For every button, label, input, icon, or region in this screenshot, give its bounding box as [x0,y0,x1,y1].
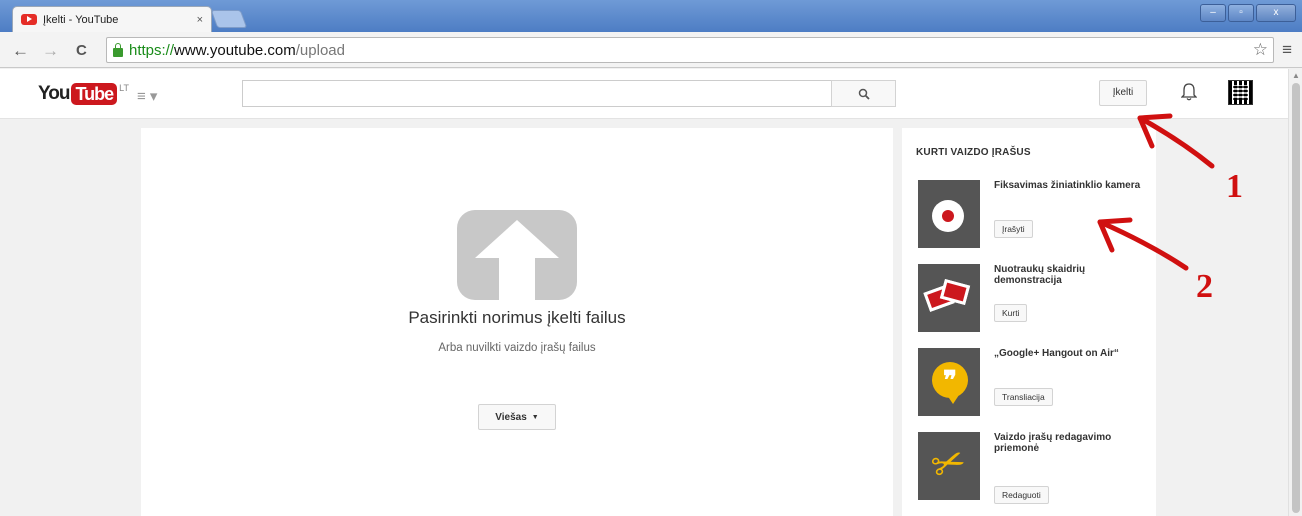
annotation-marker-1: 1 [1226,168,1243,205]
annotation-marker-2: 2 [1196,268,1213,305]
annotation-arrow-2 [1097,219,1189,271]
annotation-arrows [1097,113,1215,271]
